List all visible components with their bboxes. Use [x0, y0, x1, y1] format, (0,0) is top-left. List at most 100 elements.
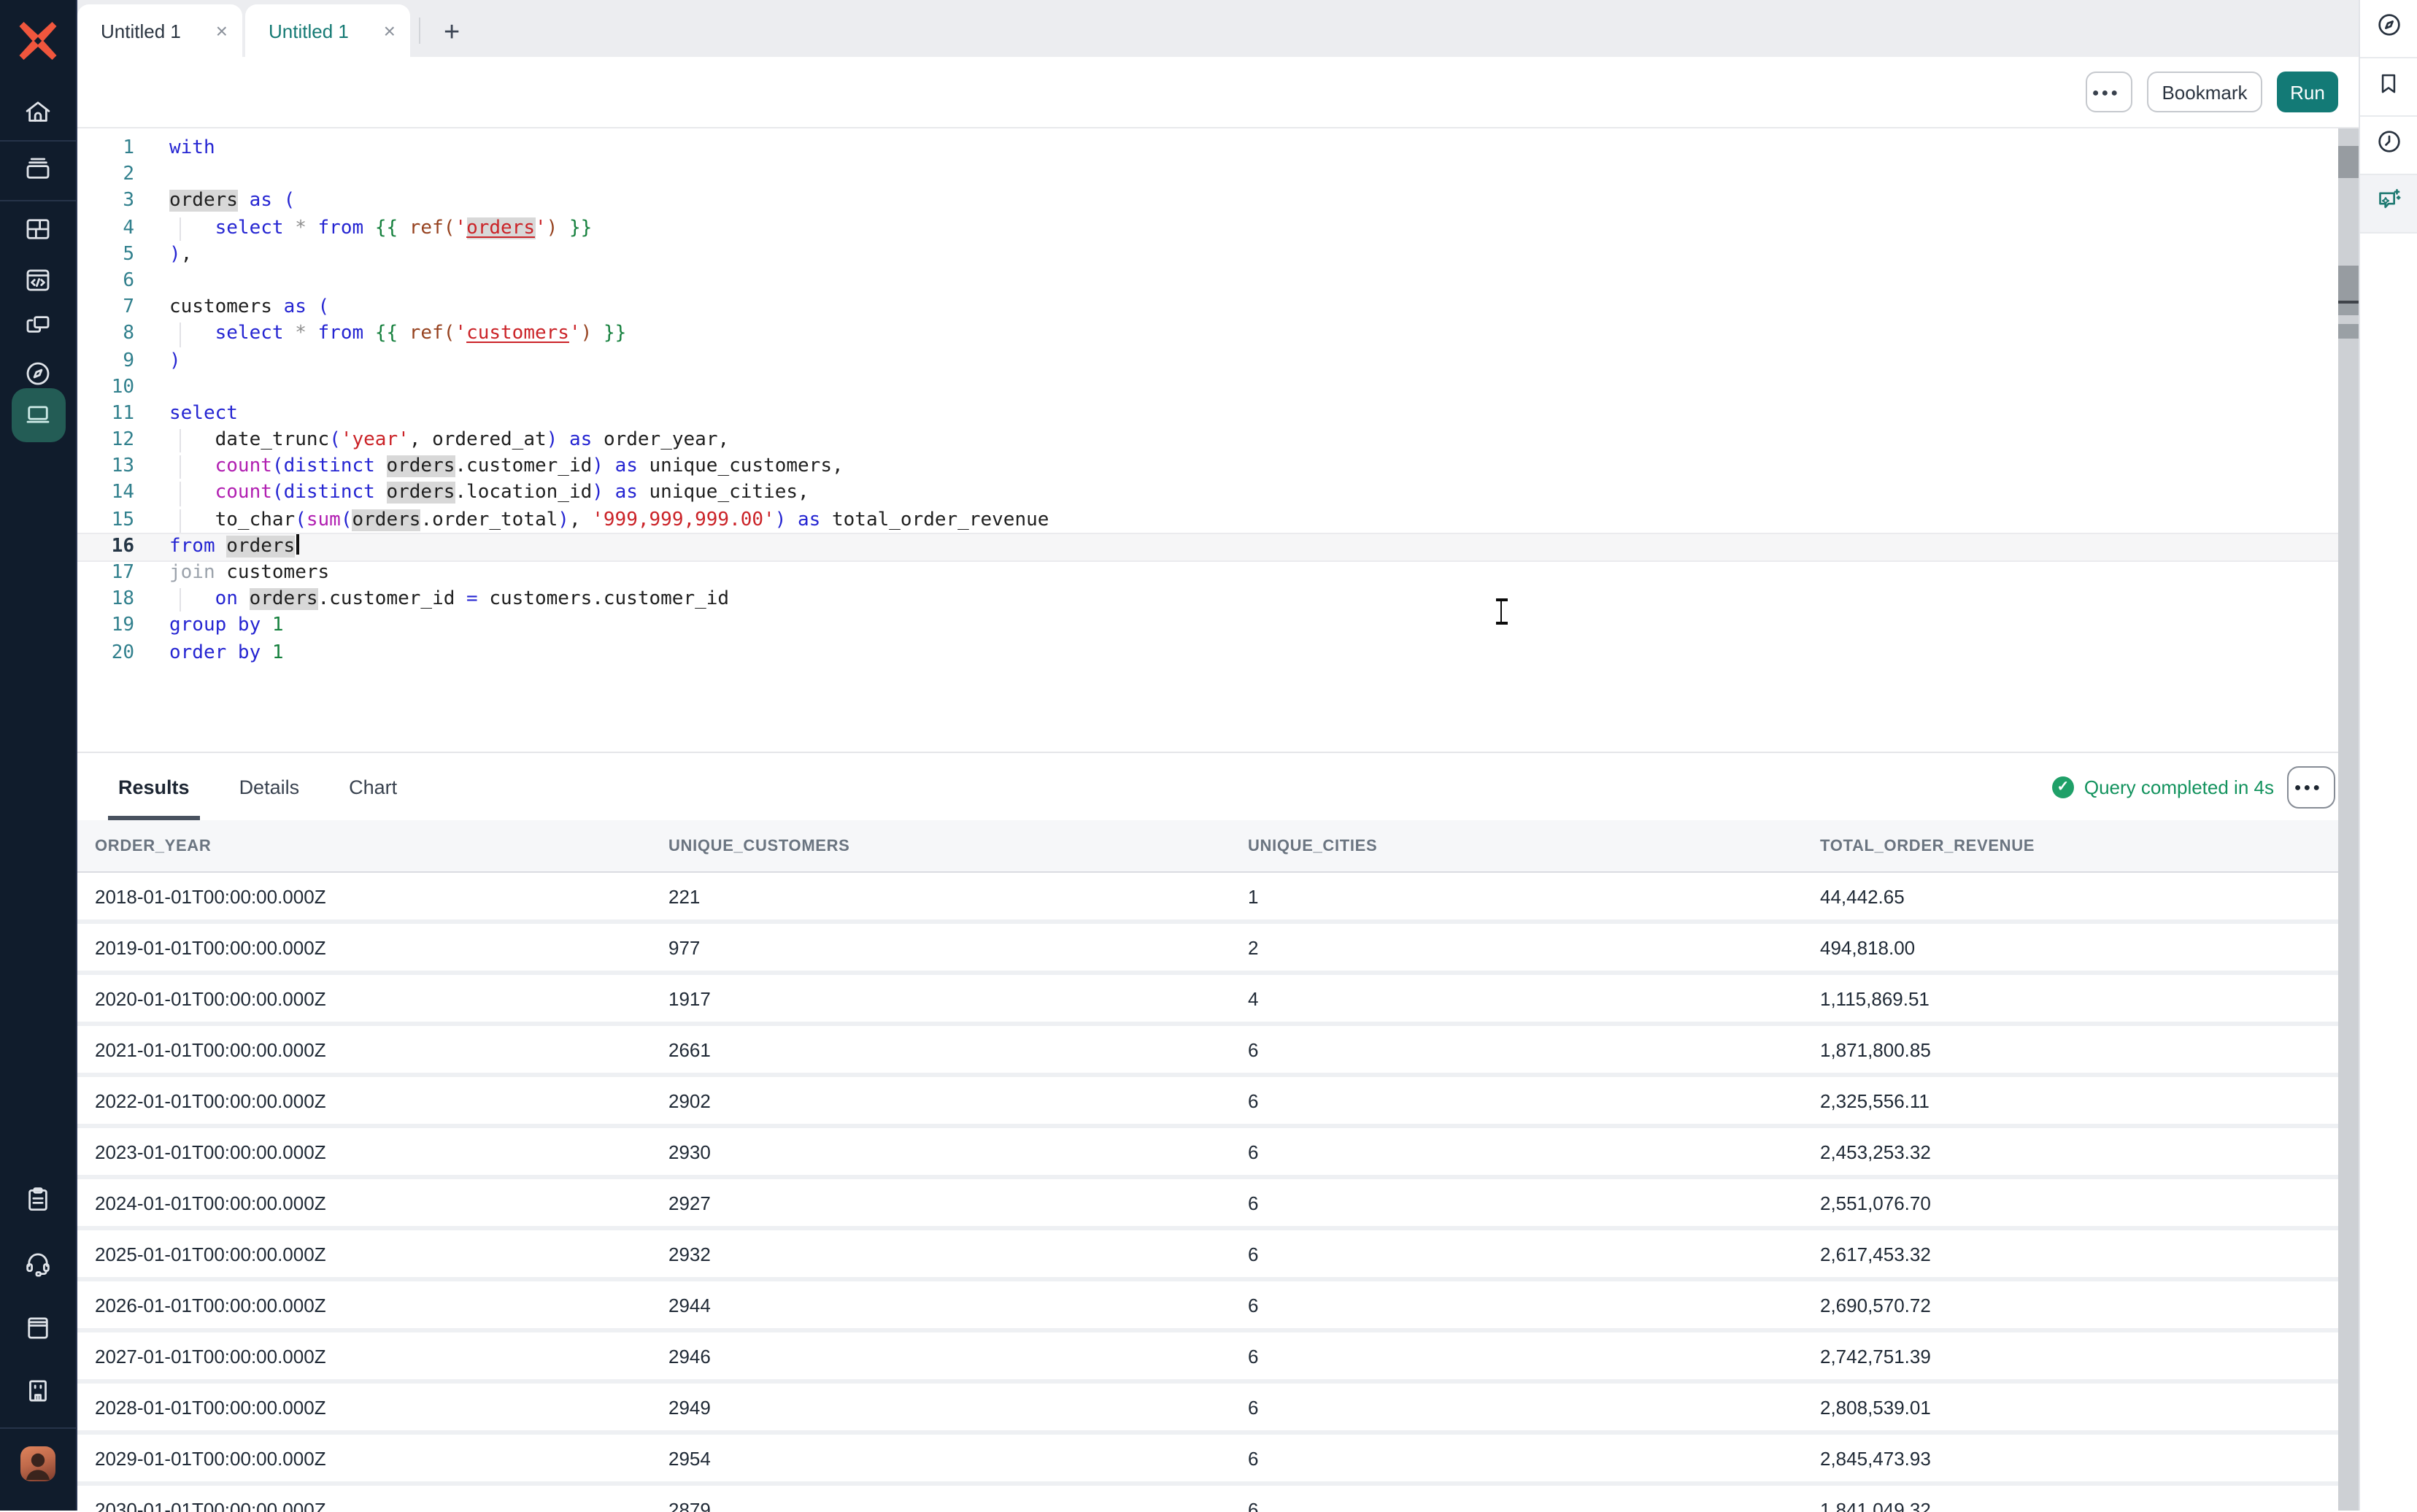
table-cell: 1,841,049.32 [1820, 1498, 2359, 1512]
table-row: 2024-01-01T00:00:00.000Z292762,551,076.7… [77, 1179, 2359, 1230]
page-scrollbar[interactable] [2338, 128, 2359, 1511]
code-line[interactable]: 11select [77, 401, 2338, 428]
projects-drawer-icon[interactable] [23, 154, 53, 185]
sql-editor[interactable]: 1with23orders as (4 select * from {{ ref… [77, 128, 2338, 752]
more-options-button[interactable]: ●●● [2086, 72, 2132, 112]
table-cell: 2,690,570.72 [1820, 1294, 2359, 1316]
code-line[interactable]: 5), [77, 242, 2338, 269]
line-number: 16 [77, 534, 134, 560]
code-line[interactable]: 7customers as ( [77, 295, 2338, 321]
line-number: 15 [77, 507, 134, 533]
code-line[interactable]: 6 [77, 269, 2338, 295]
bookmark-panel-button[interactable] [2360, 58, 2417, 117]
home-icon[interactable] [23, 97, 53, 128]
code-text: order by 1 [169, 640, 284, 666]
tab-results[interactable]: Results [118, 753, 190, 820]
code-line[interactable]: 13 count(distinct orders.customer_id) as… [77, 455, 2338, 481]
scrollbar-marker [2338, 304, 2359, 315]
line-number: 9 [77, 348, 134, 374]
column-header[interactable]: UNIQUE_CITIES [1248, 837, 1820, 855]
check-circle-icon: ✓ [2052, 776, 2074, 798]
table-cell: 6 [1248, 1345, 1820, 1367]
table-cell: 1917 [668, 987, 1248, 1009]
table-cell: 1,115,869.51 [1820, 987, 2359, 1009]
column-header[interactable]: UNIQUE_CUSTOMERS [668, 837, 1248, 855]
table-cell: 6 [1248, 1498, 1820, 1512]
code-line[interactable]: 16from orders [77, 534, 2338, 560]
code-line[interactable]: 2 [77, 162, 2338, 188]
bookmark-button[interactable]: Bookmark [2147, 72, 2262, 112]
code-line[interactable]: 9) [77, 348, 2338, 374]
explore-compass-icon[interactable] [23, 358, 53, 389]
tab-details[interactable]: Details [239, 753, 300, 820]
docs-book-icon[interactable] [23, 1313, 53, 1343]
ai-chat-sparkles-icon [2374, 185, 2403, 222]
table-cell: 44,442.65 [1820, 885, 2359, 907]
dashboard-grid-icon[interactable] [23, 214, 53, 244]
code-line[interactable]: 20order by 1 [77, 640, 2338, 666]
line-number: 17 [77, 560, 134, 587]
support-headset-icon[interactable] [23, 1249, 53, 1279]
table-cell: 6 [1248, 1243, 1820, 1265]
code-line[interactable]: 14 count(distinct orders.location_id) as… [77, 481, 2338, 507]
table-row: 2027-01-01T00:00:00.000Z294662,742,751.3… [77, 1332, 2359, 1384]
table-cell: 2025-01-01T00:00:00.000Z [95, 1243, 668, 1265]
text-caret [296, 534, 298, 555]
code-text: to_char(sum(orders.order_total), '999,99… [169, 507, 1049, 533]
table-cell: 2661 [668, 1038, 1248, 1060]
results-more-button[interactable]: ●●● [2287, 766, 2335, 809]
code-line[interactable]: 15 to_char(sum(orders.order_total), '999… [77, 507, 2338, 533]
table-cell: 2,845,473.93 [1820, 1447, 2359, 1469]
code-line[interactable]: 18 on orders.customer_id = customers.cus… [77, 587, 2338, 613]
code-line[interactable]: 19group by 1 [77, 614, 2338, 640]
line-number: 11 [77, 401, 134, 428]
table-cell: 6 [1248, 1141, 1820, 1162]
tab-untitled-2[interactable]: Untitled 1 × [245, 4, 410, 57]
user-avatar[interactable] [20, 1446, 55, 1481]
code-line[interactable]: 17join customers [77, 560, 2338, 587]
code-line[interactable]: 10 [77, 374, 2338, 401]
code-line[interactable]: 1with [77, 136, 2338, 162]
table-cell: 2022-01-01T00:00:00.000Z [95, 1089, 668, 1111]
code-line[interactable]: 8 select * from {{ ref('customers') }} [77, 322, 2338, 348]
column-header[interactable]: TOTAL_ORDER_REVENUE [1820, 837, 2359, 855]
close-icon[interactable]: × [384, 20, 396, 41]
notebook-laptop-icon[interactable] [23, 399, 53, 430]
code-text: ), [169, 242, 192, 269]
left-sidebar [0, 0, 77, 1511]
code-text: date_trunc('year', ordered_at) as order_… [169, 428, 729, 454]
clipboard-icon[interactable] [23, 1184, 53, 1215]
tab-chart[interactable]: Chart [349, 753, 397, 820]
ai-chat-button[interactable] [2360, 175, 2417, 234]
org-building-icon[interactable] [23, 1376, 53, 1406]
history-button[interactable] [2360, 117, 2417, 175]
table-cell: 2023-01-01T00:00:00.000Z [95, 1141, 668, 1162]
compass-button[interactable] [2360, 0, 2417, 58]
tab-untitled-1[interactable]: Untitled 1 × [77, 4, 242, 57]
scrollbar-thumb[interactable] [2338, 146, 2359, 178]
code-line[interactable]: 12 date_trunc('year', ordered_at) as ord… [77, 428, 2338, 454]
new-tab-button[interactable]: + [444, 19, 460, 47]
line-number: 3 [77, 189, 134, 215]
code-window-icon[interactable] [23, 265, 53, 296]
table-row: 2028-01-01T00:00:00.000Z294962,808,539.0… [77, 1384, 2359, 1435]
column-header[interactable]: ORDER_YEAR [95, 837, 668, 855]
table-cell: 2027-01-01T00:00:00.000Z [95, 1345, 668, 1367]
code-line[interactable]: 3orders as ( [77, 189, 2338, 215]
table-cell: 6 [1248, 1089, 1820, 1111]
line-number: 19 [77, 614, 134, 640]
table-row: 2018-01-01T00:00:00.000Z221144,442.65 [77, 873, 2359, 924]
results-panel: Results Details Chart ✓ Query completed … [77, 752, 2359, 1512]
close-icon[interactable]: × [216, 20, 228, 41]
run-button[interactable]: Run [2277, 72, 2338, 112]
code-lines: 1with23orders as (4 select * from {{ ref… [77, 136, 2338, 667]
table-body[interactable]: 2018-01-01T00:00:00.000Z221144,442.65201… [77, 873, 2359, 1512]
apps-windows-icon[interactable] [23, 310, 53, 341]
table-cell: 2949 [668, 1396, 1248, 1418]
code-line[interactable]: 4 select * from {{ ref('orders') }} [77, 215, 2338, 242]
hex-logo-icon[interactable] [16, 19, 60, 63]
code-text: count(distinct orders.location_id) as un… [169, 481, 809, 507]
scrollbar-marker [2338, 324, 2359, 339]
table-row: 2023-01-01T00:00:00.000Z293062,453,253.3… [77, 1128, 2359, 1179]
table-row: 2020-01-01T00:00:00.000Z191741,115,869.5… [77, 975, 2359, 1026]
